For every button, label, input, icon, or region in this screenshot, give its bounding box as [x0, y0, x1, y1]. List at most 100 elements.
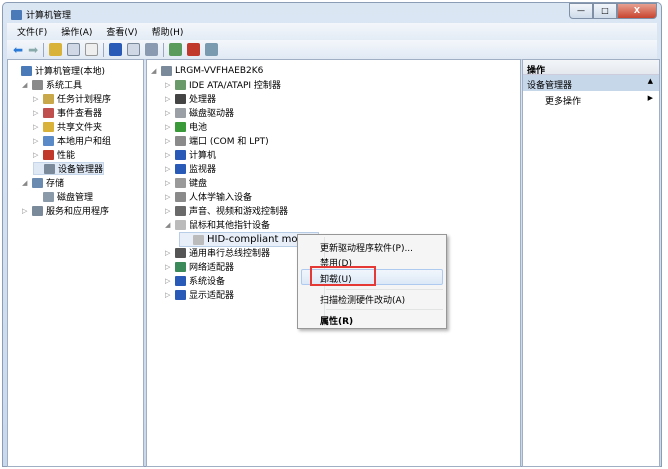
menu-item-properties[interactable]: 属性(R) [320, 314, 353, 327]
tree-item-label: 电池 [189, 123, 208, 133]
device-tree-item[interactable]: ▷ 磁盘驱动器 [165, 106, 234, 119]
nav-tree-item[interactable]: ◢ 系统工具 [22, 78, 82, 91]
expand-arrow-icon[interactable]: ◢ [151, 67, 158, 75]
forward-icon[interactable]: ➡ [28, 43, 38, 57]
toolbar: ⬅ ➡ [7, 40, 657, 60]
expand-arrow-icon[interactable]: ▷ [165, 151, 172, 159]
device-tree-item[interactable]: ▷ 键盘 [165, 176, 207, 189]
menu-bar: 文件(F) 操作(A) 查看(V) 帮助(H) [7, 23, 657, 40]
nav-tree-item[interactable]: ▷ 本地用户和组 [33, 134, 111, 147]
expand-arrow-icon[interactable]: ▷ [165, 277, 172, 285]
device-category-icon [44, 163, 55, 174]
title-bar: 计算机管理 [11, 8, 71, 21]
expand-arrow-icon[interactable]: ▷ [33, 109, 40, 117]
nav-tree-item[interactable]: ▷ 服务和应用程序 [22, 204, 109, 217]
device-category-icon [43, 121, 54, 132]
device-category-icon [175, 261, 186, 272]
back-icon[interactable]: ⬅ [13, 43, 23, 57]
uninstall-icon[interactable] [187, 43, 201, 56]
nav-tree-item[interactable]: 磁盘管理 [33, 190, 93, 203]
device-tree-item[interactable]: ▷ IDE ATA/ATAPI 控制器 [165, 78, 281, 91]
tree-item-label: 处理器 [189, 95, 217, 105]
device-category-icon [32, 205, 43, 216]
show-hide-tree-icon[interactable] [67, 43, 81, 56]
submenu-arrow-icon: ▶ [647, 94, 653, 102]
nav-tree-item[interactable]: ▷ 性能 [33, 148, 75, 161]
expand-arrow-icon[interactable]: ▷ [165, 193, 172, 201]
minimize-button[interactable]: — [569, 3, 593, 19]
menu-item-scan-hardware[interactable]: 扫描检测硬件改动(A) [320, 293, 405, 306]
expand-arrow-icon[interactable]: ▷ [33, 137, 40, 145]
expand-arrow-icon[interactable]: ▷ [165, 249, 172, 257]
expand-arrow-icon[interactable]: ▷ [165, 263, 172, 271]
nav-tree-item[interactable]: ◢ 存储 [22, 176, 64, 189]
tree-item-label: 通用串行总线控制器 [189, 249, 271, 259]
tree-item-label: LRGM-VVFHAEB2K6 [175, 65, 264, 76]
expand-arrow-icon[interactable]: ▷ [165, 95, 172, 103]
nav-tree-item[interactable]: ▷ 任务计划程序 [33, 92, 111, 105]
menu-file[interactable]: 文件(F) [17, 25, 47, 38]
device-tree-item[interactable]: ▷ 通用串行总线控制器 [165, 246, 270, 259]
device-tree-item[interactable]: ▷ 显示适配器 [165, 288, 234, 301]
show-action-pane-icon[interactable] [127, 43, 141, 56]
expand-arrow-icon[interactable]: ▷ [165, 81, 172, 89]
menu-item-update-driver[interactable]: 更新驱动程序软件(P)... [320, 241, 413, 254]
device-category-icon [32, 79, 43, 90]
actions-header: 操作 [523, 60, 659, 76]
nav-tree-item[interactable]: ▷ 共享文件夹 [33, 120, 102, 133]
collapse-icon[interactable]: ▲ [648, 77, 653, 85]
expand-arrow-icon[interactable]: ▷ [165, 137, 172, 145]
help-icon[interactable] [109, 43, 123, 56]
expand-arrow-icon[interactable]: ▷ [165, 165, 172, 173]
update-driver-icon[interactable] [169, 43, 183, 56]
maximize-button[interactable]: □ [593, 3, 617, 19]
nav-tree-item[interactable]: 设备管理器 [33, 162, 105, 175]
device-tree-item[interactable]: ▷ 计算机 [165, 148, 216, 161]
expand-arrow-icon[interactable]: ▷ [33, 123, 40, 131]
nav-tree-item[interactable]: 计算机管理(本地) [11, 64, 105, 77]
menu-action[interactable]: 操作(A) [61, 25, 92, 38]
device-tree-root[interactable]: ◢ LRGM-VVFHAEB2K6 [151, 64, 263, 77]
menu-help[interactable]: 帮助(H) [152, 25, 184, 38]
device-tree-item[interactable]: ▷ 声音、视频和游戏控制器 [165, 204, 288, 217]
tree-item-label: 本地用户和组 [57, 137, 112, 147]
close-button[interactable]: X [617, 3, 657, 19]
expand-arrow-icon[interactable]: ◢ [165, 221, 172, 229]
expand-arrow-icon[interactable]: ▷ [165, 207, 172, 215]
up-folder-icon[interactable] [49, 43, 63, 56]
device-tree-item[interactable]: ▷ 电池 [165, 120, 207, 133]
disable-icon[interactable] [205, 43, 219, 56]
menu-view[interactable]: 查看(V) [106, 25, 137, 38]
device-tree-item[interactable]: ▷ 监视器 [165, 162, 216, 175]
expand-arrow-icon[interactable]: ◢ [22, 81, 29, 89]
tree-item-label: 计算机管理(本地) [35, 67, 106, 77]
export-list-icon[interactable] [85, 43, 99, 56]
device-tree-item[interactable]: ▷ 网络适配器 [165, 260, 234, 273]
more-actions-item[interactable]: 更多操作 ▶ [523, 91, 659, 107]
expand-arrow-icon[interactable]: ▷ [33, 151, 40, 159]
device-tree-item[interactable]: ◢ 鼠标和其他指针设备 [165, 218, 270, 231]
actions-section-device-manager[interactable]: 设备管理器 ▲ [523, 75, 659, 91]
device-category-icon [175, 219, 186, 230]
device-tree-item[interactable]: ▷ 系统设备 [165, 274, 225, 287]
device-category-icon [43, 93, 54, 104]
menu-separator [326, 309, 443, 310]
device-category-icon [175, 107, 186, 118]
device-tree-item[interactable]: ▷ 端口 (COM 和 LPT) [165, 134, 269, 147]
expand-arrow-icon[interactable]: ▷ [165, 291, 172, 299]
expand-arrow-icon[interactable]: ▷ [165, 109, 172, 117]
tree-item-label: IDE ATA/ATAPI 控制器 [189, 81, 281, 91]
expand-arrow-icon[interactable]: ▷ [165, 123, 172, 131]
expand-arrow-icon[interactable]: ▷ [33, 95, 40, 103]
expand-arrow-icon[interactable]: ◢ [22, 179, 29, 187]
expand-arrow-icon[interactable]: ▷ [165, 179, 172, 187]
nav-tree-item[interactable]: ▷ 事件查看器 [33, 106, 102, 119]
more-actions-label: 更多操作 [545, 97, 582, 107]
tree-item-label: 网络适配器 [189, 263, 235, 273]
tree-item-label: 事件查看器 [57, 109, 103, 119]
expand-arrow-icon[interactable]: ▷ [22, 207, 29, 215]
device-tree-item[interactable]: ▷ 处理器 [165, 92, 216, 105]
device-tree-item[interactable]: ▷ 人体学输入设备 [165, 190, 252, 203]
scan-hardware-icon[interactable] [145, 43, 159, 56]
uninstall-highlight-box [310, 266, 376, 286]
